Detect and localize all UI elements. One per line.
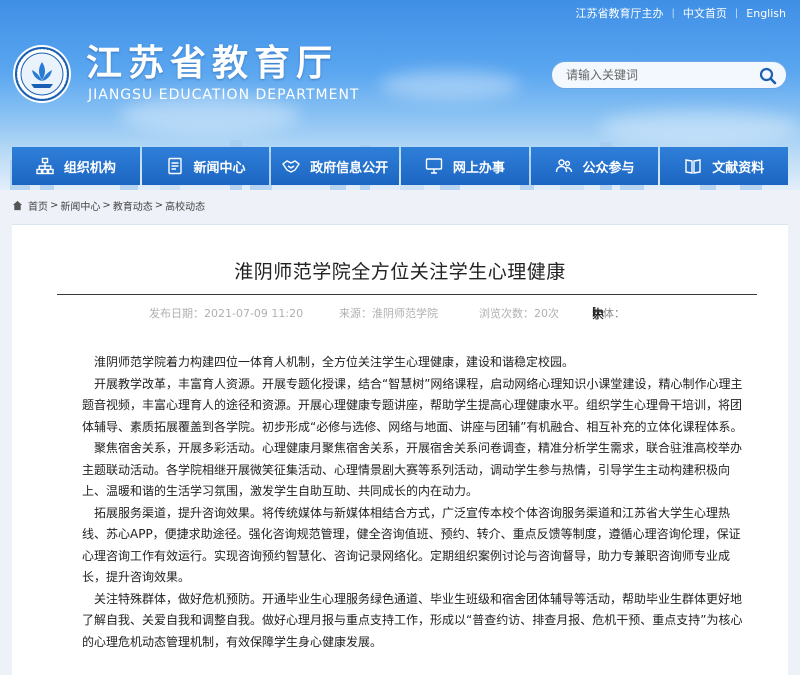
org-chart-icon [36,157,54,175]
document-icon [167,157,182,175]
article-meta: 发布日期：2021-07-09 11:20 来源：淮阴师范学院 浏览次数：20次… [57,305,757,321]
nav-item-government-info[interactable]: 政府信息公开 [271,147,400,185]
nav-item-online-services[interactable]: 网上办事 [401,147,529,185]
article-title: 淮阴师范学院全方位关注学生心理健康 [234,261,566,283]
breadcrumb-education-news[interactable]: 教育动态 [113,198,153,213]
article-paragraph: 拓展服务渠道，提升咨询效果。将传统媒体与新媒体相结合方式，广泛宣传本校个体咨询服… [82,505,741,585]
nav-item-label: 政府信息公开 [310,160,389,176]
computer-icon [425,158,443,174]
breadcrumb-separator: > [102,199,111,211]
nav-item-news-center[interactable]: 新闻中心 [141,147,270,185]
nav-item-public-participation[interactable]: 公众参与 [530,147,659,185]
chinese-home-link[interactable]: 中文首页 [683,5,727,21]
handshake-icon [282,160,301,173]
article-paragraph: 开展教学改革，丰富育人资源。开展专题化授课，结合“智慧树”网络课程，启动网络心理… [82,376,743,434]
separator: | [734,7,739,19]
nav-item-documents[interactable]: 文献资料 [660,147,789,185]
article-panel: 淮阴师范学院全方位关注学生心理健康 发布日期：2021-07-09 11:20 … [12,224,788,675]
breadcrumb-home[interactable]: 首页 [28,198,48,213]
separator: | [671,7,675,19]
breadcrumb: 首页 > 新闻中心 > 教育动态 > 高校动态 [12,197,205,213]
article-body: 淮阴师范学院着力构建四位一体育人机制，全方位关注学生心理健康，建设和谐稳定校园。… [82,352,752,653]
people-icon [555,159,572,173]
article-paragraph: 淮阴师范学院着力构建四位一体育人机制，全方位关注学生心理健康，建设和谐稳定校园。 [94,355,575,369]
search-input[interactable] [552,62,748,88]
sponsor-text: 江苏省教育厅主办 [575,7,664,20]
title-divider [57,294,757,295]
font-size-bracket-close: ] [592,305,597,318]
breadcrumb-separator: > [154,199,164,211]
publish-date: 发布日期：2021-07-09 11:20 [149,307,304,320]
department-emblem-logo[interactable] [12,44,72,104]
site-title-chinese: 江苏省教育厅 [86,43,339,84]
article-paragraph: 关注特殊群体，做好危机预防。开通毕业生心理服务绿色通道、毕业生班级和宿舍团体辅导… [82,591,743,649]
main-navigation: 组织机构 新闻中心 政府信息公开 网上办事 公众参与 文献资料 [12,147,789,185]
nav-item-label: 文献资料 [712,160,765,176]
breadcrumb-separator: > [50,199,59,211]
search-icon[interactable] [758,66,778,86]
view-count: 浏览次数：20次 [479,307,559,320]
nav-item-label: 公众参与 [582,160,635,176]
home-icon [12,200,23,210]
article-source: 来源：淮阴师范学院 [339,307,438,320]
nav-item-organization[interactable]: 组织机构 [12,147,140,185]
book-icon [685,159,701,174]
nav-item-label: 网上办事 [452,160,505,176]
search-box [551,61,787,89]
nav-item-label: 组织机构 [63,160,116,176]
breadcrumb-news-center[interactable]: 新闻中心 [60,198,100,213]
nav-item-label: 新闻中心 [193,160,246,176]
breadcrumb-college-news[interactable]: 高校动态 [165,198,205,213]
article-paragraph: 聚焦宿舍关系，开展多彩活动。心理健康月聚焦宿舍关系，开展宿舍关系问卷调查，精准分… [82,441,743,498]
english-link[interactable]: English [746,7,786,20]
top-utility-bar: 江苏省教育厅主办 | 中文首页 | English [576,4,786,22]
site-title-english: JIANGSU EDUCATION DEPARTMENT [88,87,360,103]
